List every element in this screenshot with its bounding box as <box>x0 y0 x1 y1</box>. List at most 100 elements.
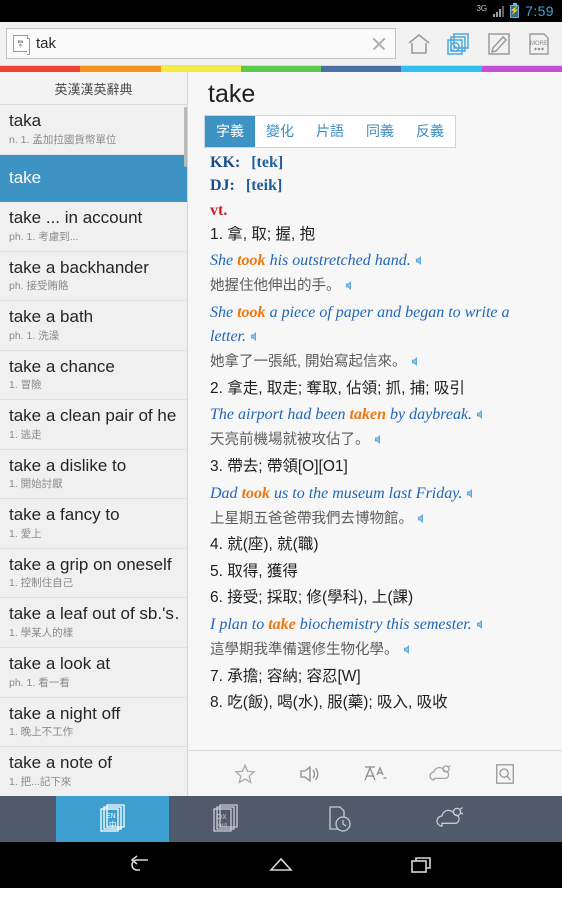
example-translation-text: 這學期我準備選修生物化學。 <box>210 641 399 658</box>
example-highlight: took <box>241 484 271 502</box>
speaker-icon[interactable] <box>250 326 261 342</box>
android-back-button[interactable] <box>120 848 160 882</box>
sidebar-scroll-thumb[interactable] <box>184 107 187 167</box>
example-translation: 天亮前機場就被攻佔了。 <box>210 430 548 452</box>
example-text-pre: The airport had been <box>210 406 350 424</box>
tab-同義[interactable]: 同義 <box>355 116 405 147</box>
pronunciation-row: KK: [tek] <box>210 154 548 172</box>
speaker-icon[interactable] <box>466 483 477 498</box>
list-item[interactable]: take a dislike to 1. 開始討厭 <box>0 450 187 500</box>
list-item-gloss: ph. 1. 洗澡 <box>9 329 60 342</box>
example-sentence: Dad took us to the museum last Friday. <box>210 482 548 506</box>
example-translation-text: 她拿了一張紙, 開始寫起信來。 <box>210 354 407 371</box>
tab-字義[interactable]: 字義 <box>205 116 255 147</box>
list-item-headword: take a backhander <box>9 257 149 277</box>
nav-oxford-dictionary[interactable]: OX ford <box>169 796 282 842</box>
sense-gloss: 7. 承擔; 容納; 容忍[W] <box>210 667 361 685</box>
top-toolbar: EN 中 tak MORE <box>0 22 562 66</box>
example-sentence: I plan to take biochemistry this semeste… <box>210 613 548 637</box>
tab-變化[interactable]: 變化 <box>255 116 305 147</box>
speaker-icon[interactable] <box>345 277 356 291</box>
home-button[interactable] <box>402 27 436 61</box>
nav-cloud[interactable] <box>394 796 507 842</box>
list-item[interactable]: take a note of 1. 把...記下來 <box>0 747 187 796</box>
svg-text:ford: ford <box>216 823 226 829</box>
speaker-icon[interactable] <box>411 353 422 367</box>
search-in-page-button[interactable] <box>484 756 526 792</box>
nav-history[interactable] <box>281 796 394 842</box>
sense-gloss: 3. 帶去; 帶領[O][O1] <box>210 458 348 476</box>
app-screen: 3G ⚡ 7:59 EN 中 tak MORE 英漢漢英辭典 taka n. 1… <box>0 0 562 900</box>
list-item[interactable]: take a fancy to 1. 愛上 <box>0 499 187 549</box>
speaker-icon[interactable] <box>417 510 428 523</box>
list-item[interactable]: take a bath ph. 1. 洗澡 <box>0 301 187 351</box>
android-home-button[interactable] <box>261 848 301 882</box>
list-item[interactable]: taka n. 1. 孟加拉國貨幣單位 <box>0 105 187 155</box>
speaker-icon[interactable] <box>403 641 414 654</box>
content-area: 英漢漢英辭典 taka n. 1. 孟加拉國貨幣單位 take take ... in… <box>0 72 562 796</box>
pronunciation-value: [tek] <box>251 154 284 171</box>
list-item[interactable]: take a leaf out of sb.'s… 1. 學某人的樣 <box>0 598 187 649</box>
example-highlight: took <box>237 304 266 322</box>
list-item[interactable]: take a night off 1. 晚上不工作 <box>0 698 187 748</box>
example-translation-text: 她握住他伸出的手。 <box>210 278 341 295</box>
svg-text:中: 中 <box>109 819 117 829</box>
dictionary-book-icon: EN 中 <box>13 35 30 55</box>
media-cards-button[interactable] <box>442 27 476 61</box>
list-item[interactable]: take a clean pair of he… 1. 逃走 <box>0 400 187 450</box>
speaker-icon[interactable] <box>476 404 487 420</box>
clear-x-icon[interactable] <box>369 34 389 54</box>
example-translation-text: 天亮前機場就被攻佔了。 <box>210 432 370 449</box>
list-item[interactable]: take a chance 1. 冒險 <box>0 351 187 401</box>
pronounce-button[interactable] <box>289 756 331 792</box>
word-list[interactable]: taka n. 1. 孟加拉國貨幣單位 take take ... in accoun… <box>0 105 187 796</box>
list-item-gloss: 1. 把...記下來 <box>9 775 72 788</box>
more-button[interactable]: MORE <box>522 27 556 61</box>
list-item[interactable]: take ... in account ph. 1. 考慮到... <box>0 202 187 252</box>
sense-gloss: 6. 接受; 採取; 修(學科), 上(課) <box>210 589 414 607</box>
sidebar-title: 英漢漢英辭典 <box>0 72 187 105</box>
list-item-headword: take a night off <box>9 703 121 723</box>
list-item-gloss: 1. 冒險 <box>9 379 42 392</box>
list-item-headword: take a chance <box>9 356 115 376</box>
example-highlight: took <box>237 252 266 270</box>
speaker-icon[interactable] <box>374 431 385 445</box>
list-item[interactable]: take a grip on oneself 1. 控制住自己 <box>0 549 187 599</box>
definition-tabs[interactable]: 字義 變化 片語 同義 反義 <box>204 115 456 148</box>
bottom-navigation[interactable]: EN 中 OX ford <box>0 796 562 842</box>
definition-scroll[interactable]: take 字義 變化 片語 同義 反義 KK: [tek] DJ: [teik] vt. 1.… <box>188 72 562 750</box>
font-size-button[interactable] <box>354 756 396 792</box>
pronunciation-block: KK: [tek] DJ: [teik] <box>204 154 548 195</box>
android-recents-button[interactable] <box>402 848 442 882</box>
list-item[interactable]: take <box>0 154 187 203</box>
sidebar-scrollbar[interactable] <box>184 105 187 796</box>
sense-gloss: 8. 吃(飯), 喝(水), 服(藥); 吸入, 吸收 <box>210 694 448 712</box>
tab-片語[interactable]: 片語 <box>305 116 355 147</box>
example-text-pre: She <box>210 252 238 270</box>
list-item[interactable]: take a backhander ph. 接受賄賂 <box>0 252 187 302</box>
list-item-gloss: ph. 1. 看一看 <box>9 676 70 689</box>
nav-en-zh-dictionary[interactable]: EN 中 <box>56 796 169 842</box>
sense-list: 1. 拿, 取; 握, 抱 She took his outstretched h… <box>204 224 548 715</box>
example-sentence: The airport had been taken by daybreak. <box>210 403 548 427</box>
list-item-headword: take a note of <box>9 753 113 773</box>
speaker-icon[interactable] <box>415 250 426 266</box>
example-highlight: take <box>268 615 296 633</box>
example-text-post: us to the museum last Friday. <box>270 484 463 502</box>
search-input[interactable]: EN 中 tak <box>6 28 396 59</box>
list-item-gloss: 1. 逃走 <box>9 428 42 441</box>
sense-gloss: 4. 就(座), 就(職) <box>210 536 319 554</box>
word-list-sidebar[interactable]: 英漢漢英辭典 taka n. 1. 孟加拉國貨幣單位 take take ... in… <box>0 72 188 796</box>
example-text-pre: Dad <box>210 484 242 502</box>
list-item[interactable]: take a look at ph. 1. 看一看 <box>0 648 187 698</box>
speaker-icon[interactable] <box>476 614 487 629</box>
tab-反義[interactable]: 反義 <box>405 116 455 147</box>
notes-button[interactable] <box>482 27 516 61</box>
cloud-sync-button[interactable] <box>419 756 461 792</box>
list-item-headword: take ... in account <box>9 208 143 228</box>
entry-action-bar <box>188 750 562 796</box>
example-translation: 她拿了一張紙, 開始寫起信來。 <box>210 352 548 374</box>
example-text-post: by daybreak. <box>386 406 473 424</box>
pronunciation-system: DJ: <box>210 177 235 194</box>
favorite-button[interactable] <box>224 756 266 792</box>
